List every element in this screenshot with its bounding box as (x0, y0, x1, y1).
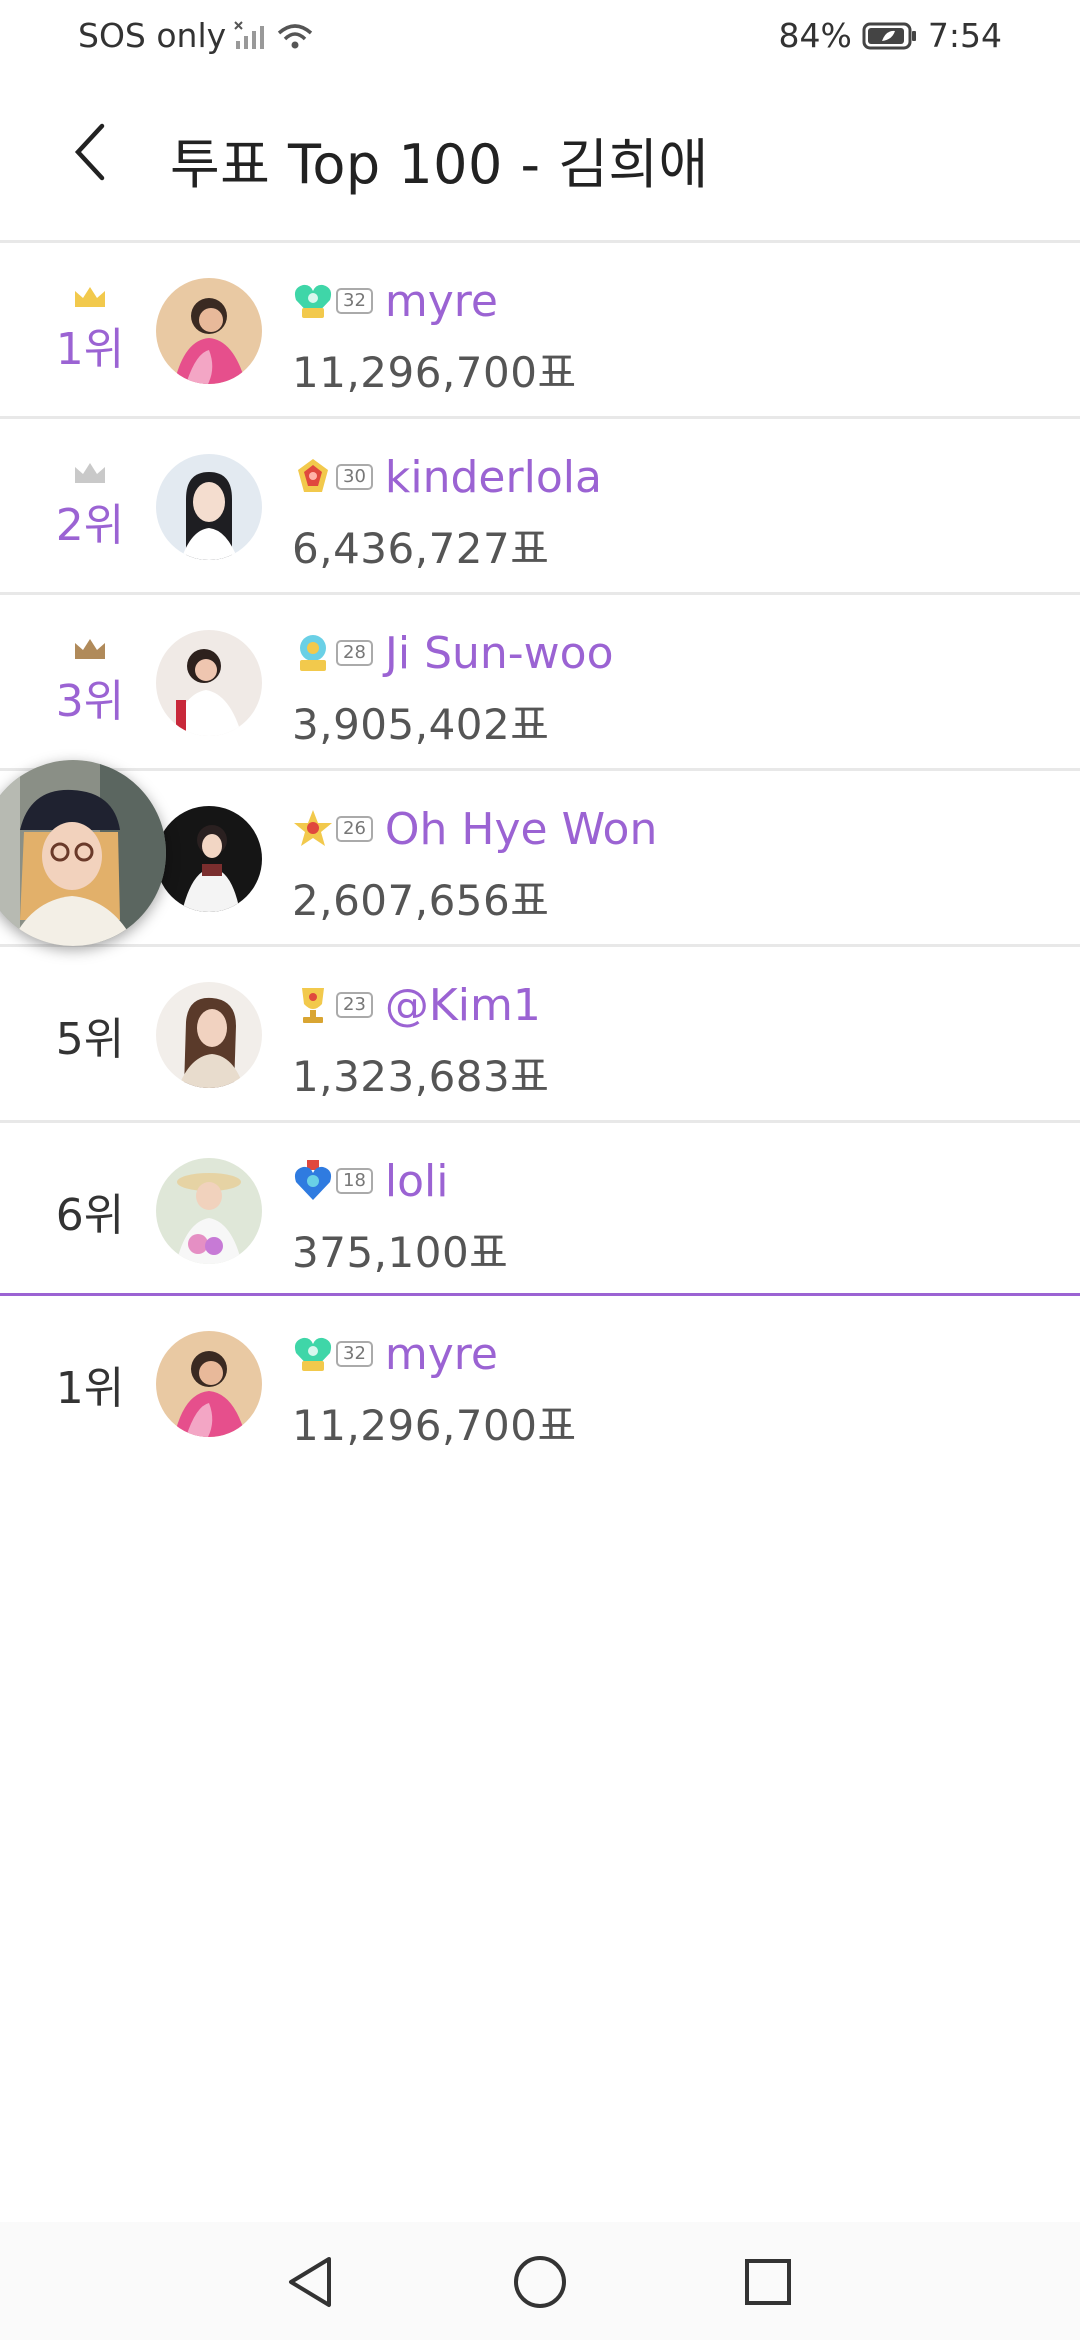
system-nav-bar (0, 2222, 1080, 2340)
rank-label: 3위 (55, 676, 125, 727)
username[interactable]: kinderlola (385, 452, 602, 503)
level-badge: 28 (336, 640, 373, 666)
heart-badge-icon (294, 1160, 332, 1200)
level-badge: 26 (336, 816, 373, 842)
back-button[interactable] (50, 112, 130, 192)
user-info: 23 @Kim1 1,323,683표 (292, 975, 549, 1104)
heart-badge-icon (294, 284, 332, 318)
bronze-crown-icon (75, 639, 105, 659)
name-line: 30 kinderlola (292, 447, 602, 507)
vote-count: 6,436,727표 (292, 524, 550, 573)
my-rank-row[interactable]: 1위 32 myre 11,296,700표 (0, 1296, 1080, 1472)
nav-home-button[interactable] (510, 2252, 570, 2312)
username[interactable]: Oh Hye Won (385, 804, 657, 855)
status-left: SOS only (78, 16, 314, 55)
avatar[interactable] (156, 454, 262, 560)
network-status: SOS only (78, 16, 227, 55)
user-info: 28 Ji Sun-woo 3,905,402표 (292, 623, 614, 752)
signal-off-icon (234, 20, 265, 49)
avatar[interactable] (156, 1331, 262, 1437)
silver-crown-icon (75, 463, 105, 483)
ranking-row[interactable]: 6위 18 loli 375,100표 (0, 1120, 1080, 1296)
user-info: 32 myre 11,296,700표 (292, 1324, 577, 1453)
vote-count: 3,905,402표 (292, 700, 550, 749)
username[interactable]: Ji Sun-woo (385, 628, 614, 679)
username[interactable]: @Kim1 (385, 980, 541, 1031)
nav-back-button[interactable] (280, 2252, 340, 2312)
star-badge-icon (294, 810, 332, 846)
battery-icon (862, 22, 916, 49)
gold-crown-icon (75, 287, 105, 307)
ranking-row[interactable]: 2위 30 kinderlola 6,436,727표 (0, 416, 1080, 592)
username[interactable]: myre (385, 276, 498, 327)
gem-badge-icon (298, 459, 328, 492)
avatar[interactable] (156, 982, 262, 1088)
rank-label: 1위 (55, 1363, 125, 1414)
rank-cell: 1위 (40, 1296, 140, 1472)
username[interactable]: loli (385, 1156, 449, 1207)
circle-home-icon (514, 2256, 566, 2308)
status-bar: SOS only 84% 7:54 (0, 0, 1080, 72)
ranking-row[interactable]: 1위 32 myre 11,296,700표 (0, 240, 1080, 416)
ranking-row[interactable]: 3위 28 Ji Sun-woo 3,905,402표 (0, 592, 1080, 768)
name-line: 32 myre (292, 271, 577, 331)
level-badge: 32 (336, 1341, 373, 1367)
nav-recents-button[interactable] (738, 2252, 798, 2312)
rank-label: 5위 (55, 1014, 125, 1065)
battery-percent: 84% (778, 16, 852, 55)
rank-cell: 3위 (40, 595, 140, 771)
vote-count: 11,296,700표 (292, 348, 577, 397)
page-title: 투표 Top 100 - 김희애 (170, 133, 709, 196)
rank-cell: 1위 (40, 243, 140, 419)
app-bar: 투표 Top 100 - 김희애 (0, 72, 1080, 240)
wifi-icon (278, 23, 313, 48)
avatar[interactable] (156, 630, 262, 736)
user-info: 32 myre 11,296,700표 (292, 271, 577, 400)
rank-cell: 2위 (40, 419, 140, 595)
name-line: 26 Oh Hye Won (292, 799, 657, 859)
username[interactable]: myre (385, 1329, 498, 1380)
user-info: 30 kinderlola 6,436,727표 (292, 447, 602, 576)
name-line: 28 Ji Sun-woo (292, 623, 614, 683)
vote-count: 11,296,700표 (292, 1401, 577, 1450)
status-right: 84% 7:54 (779, 16, 1002, 55)
level-badge: 32 (336, 288, 373, 314)
name-line: 23 @Kim1 (292, 975, 549, 1035)
triangle-back-icon (289, 2257, 331, 2307)
avatar[interactable] (156, 278, 262, 384)
ranking-row[interactable]: 5위 23 @Kim1 1,323,683표 (0, 944, 1080, 1120)
level-badge: 30 (336, 464, 373, 490)
heart-badge-icon (294, 1337, 332, 1371)
rank-label: 1위 (55, 324, 125, 375)
level-badge: 18 (336, 1168, 373, 1194)
avatar[interactable] (156, 806, 262, 912)
rank-cell: 6위 (40, 1123, 140, 1299)
clock: 7:54 (927, 16, 1002, 55)
rank-label: 6위 (55, 1190, 125, 1241)
user-info: 18 loli 375,100표 (292, 1151, 508, 1280)
rank-cell: 5위 (40, 947, 140, 1123)
vote-count: 375,100표 (292, 1228, 509, 1277)
rank-label: 2위 (55, 500, 125, 551)
name-line: 32 myre (292, 1324, 577, 1384)
flower-badge-icon (300, 635, 326, 671)
user-info: 26 Oh Hye Won 2,607,656표 (292, 799, 657, 928)
avatar[interactable] (156, 1158, 262, 1264)
back-arrow-icon (74, 123, 105, 181)
vote-count: 1,323,683표 (292, 1052, 550, 1101)
trophy-badge-icon (302, 988, 324, 1023)
square-recents-icon (745, 2259, 791, 2305)
level-badge: 23 (336, 992, 373, 1018)
name-line: 18 loli (292, 1151, 508, 1211)
vote-count: 2,607,656표 (292, 876, 550, 925)
